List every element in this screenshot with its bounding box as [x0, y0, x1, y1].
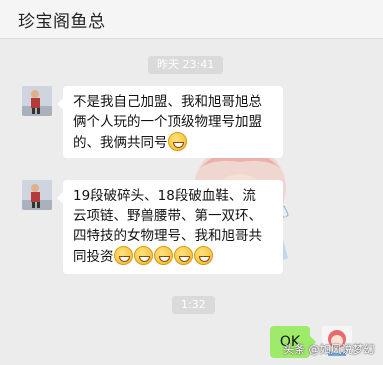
avatar-image	[22, 86, 52, 116]
grin-emoji-icon	[153, 246, 173, 265]
avatar-image	[22, 180, 52, 210]
grin-emoji-icon	[113, 246, 133, 265]
timestamp-pill: 1:32	[172, 296, 215, 314]
chat-header: 珍宝阁鱼总	[0, 0, 383, 39]
message-bubble[interactable]: 不是我自己加盟、我和旭哥旭总 俩个人玩的一个顶级物理号加盟 的、我俩共同号	[57, 86, 283, 158]
timestamp-pill: 昨天 23:41	[148, 56, 224, 74]
message-line: 四特技的女物理号、我和旭哥共	[73, 228, 262, 244]
contact-avatar[interactable]	[22, 180, 52, 210]
grin-emoji-icon	[167, 132, 187, 151]
message-bubble[interactable]: 19段破碎头、18段破血鞋、流 云项链、野兽腰带、第一双环、 四特技的女物理号、…	[57, 180, 283, 274]
contact-avatar[interactable]	[22, 86, 52, 116]
message-line: 19段破碎头、18段破血鞋、流	[73, 188, 256, 204]
grin-emoji-icon	[193, 246, 213, 265]
message-line: 俩个人玩的一个顶级物理号加盟	[73, 114, 262, 130]
grin-emoji-icon	[173, 246, 193, 265]
message-line: 同投资	[73, 249, 114, 265]
chat-title: 珍宝阁鱼总	[18, 12, 106, 32]
grin-emoji-icon	[133, 246, 153, 265]
watermark-text: 头条 @如风说梦幻	[283, 343, 375, 356]
message-line: 云项链、野兽腰带、第一双环、	[73, 208, 262, 224]
message-line: 的、我俩共同号	[73, 135, 168, 151]
message-line: 不是我自己加盟、我和旭哥旭总	[73, 94, 262, 110]
